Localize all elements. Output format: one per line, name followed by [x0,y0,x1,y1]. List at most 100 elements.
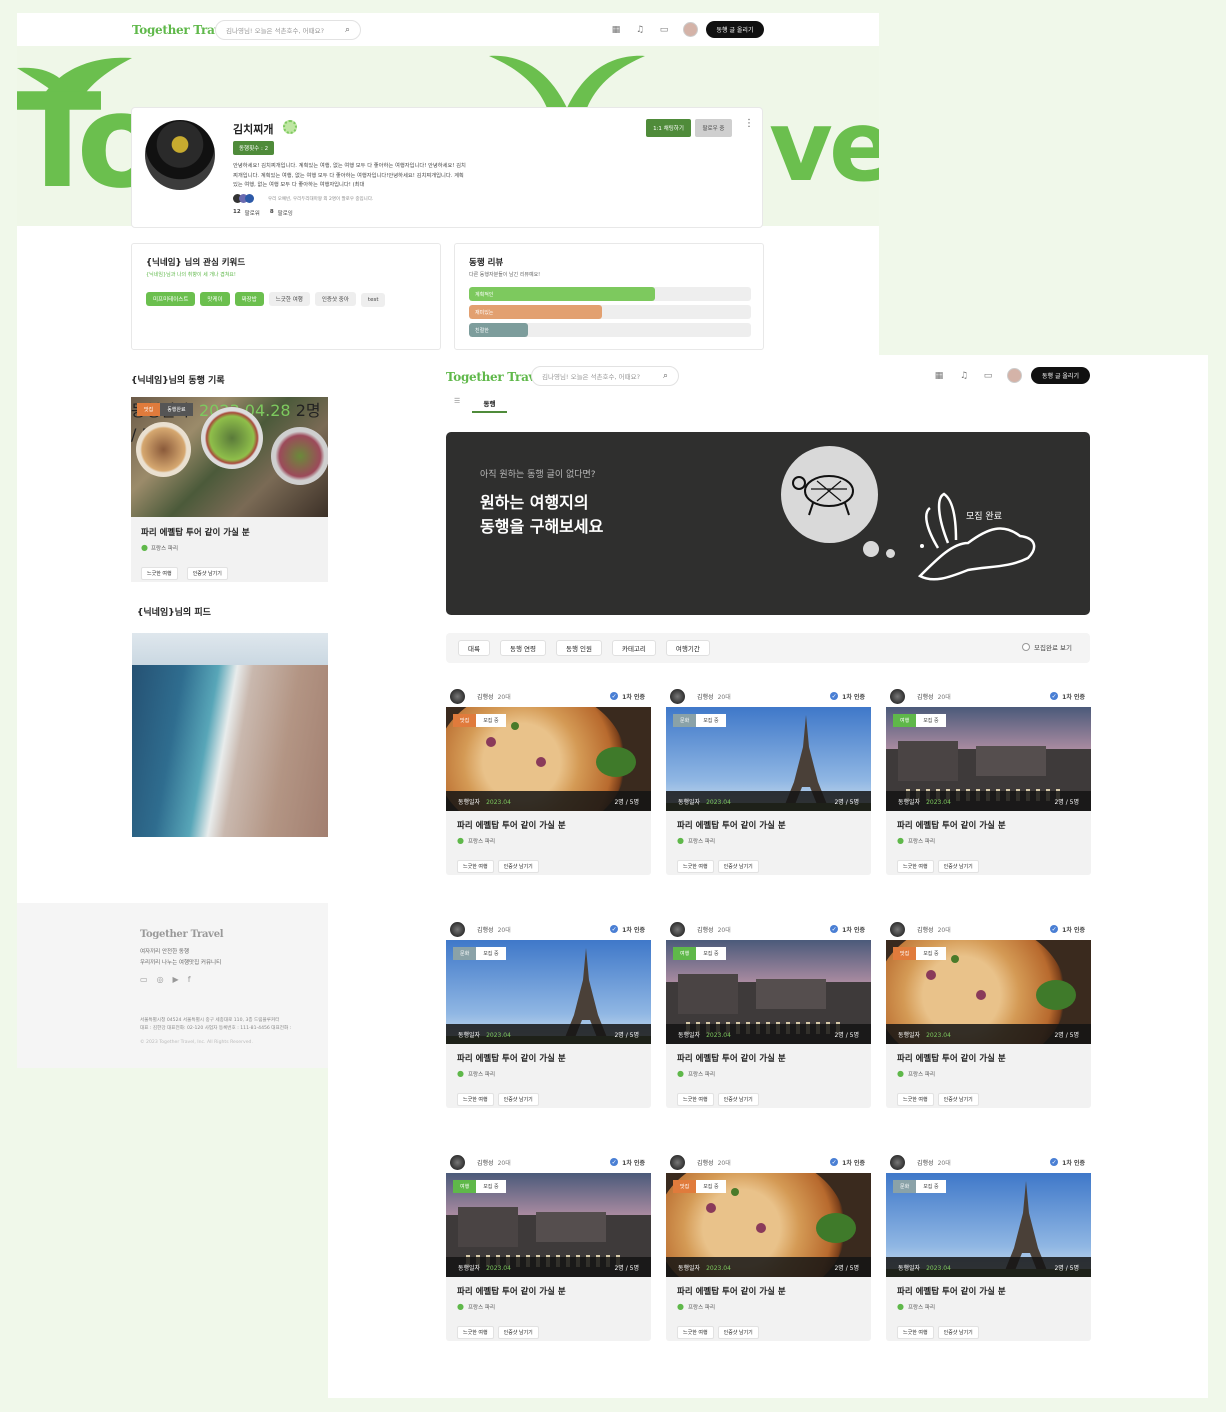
footer-social: ▭ ◎ ▶ f [140,975,191,984]
blog-icon[interactable]: ▭ [140,975,148,984]
filter-people[interactable]: 동행 인원 [555,640,602,656]
category-badge: 여행 [893,714,917,727]
tab-menu[interactable]: ☰ [454,397,460,405]
chat-icon[interactable]: ▭ [657,23,671,37]
author-avatar[interactable] [890,921,905,937]
facebook-icon[interactable]: f [188,975,191,984]
bell-icon[interactable]: ♫ [957,369,971,383]
trip-count-badge: 동행횟수 : 2 [233,141,275,155]
trip-tag: 인증샷 남기기 [717,1093,759,1106]
review-bar-fill: 계획적인 [469,287,656,301]
companion-card[interactable]: 김행성 20대 ✓ 1차 인증 여행 모집 중 동행일자 2023.04 2명 / 5명 파리 에… [446,1151,651,1341]
trip-tag: 인증샷 남기기 [937,1093,979,1106]
filter-continent[interactable]: 대륙 [458,640,490,656]
pin-icon: ● [457,836,464,845]
following-label[interactable]: 팔로잉 [278,209,293,217]
author-avatar[interactable] [670,1154,685,1170]
bell-icon[interactable]: ♫ [633,23,647,37]
author-name: 김행성 [477,1159,494,1167]
record-body: 파리 에펠탑 투어 같이 가실 분 ● 프랑스 파리 느긋한 여행 인증샷 남기기 [131,517,328,582]
hero-letters-right: ve [769,90,879,204]
review-bar-track: 친절한 [469,323,751,337]
companion-card[interactable]: 김행성 20대 ✓ 1차 인증 문화 모집 중 동행일자 2023.04 2명 / 5명 파리 에… [886,1151,1091,1341]
member-count: 2명 / 5명 [1054,798,1079,806]
companion-card[interactable]: 김행성 20대 ✓ 1차 인증 여행 모집 중 동행일자 2023.04 2명 / 5명 파리 에… [886,685,1091,875]
write-post-button[interactable]: 동행 글 올리기 [1031,367,1090,384]
user-avatar[interactable] [683,22,698,37]
calendar-icon[interactable]: ▦ [609,23,623,37]
member-count: 2명 / 5명 [1054,1031,1079,1039]
footer-address: 서울특별시청 04524 서울특별시 중구 세종대로 110, 3층 드림플루커… [140,1018,280,1023]
trip-tag: 인증샷 남기기 [937,1326,979,1339]
author-avatar[interactable] [670,921,685,937]
author-avatar[interactable] [450,921,465,937]
companion-card[interactable]: 김행성 20대 ✓ 1차 인증 맛집 모집 중 동행일자 2023.04 2명 / 5명 파리 에… [666,1151,871,1341]
search-icon[interactable]: ⌕ [345,25,350,35]
instagram-icon[interactable]: ◎ [157,975,164,984]
card-tags: 느긋한 여행 인증샷 남기기 [897,1086,1080,1106]
user-avatar[interactable] [1007,368,1022,383]
pin-icon: ● [141,543,148,552]
feed-image[interactable] [132,633,328,837]
companion-card[interactable]: 김행성 20대 ✓ 1차 인증 문화 모집 중 동행일자 2023.04 2명 / 5명 파리 에… [446,918,651,1108]
location-text: 프랑스 파리 [467,1071,496,1078]
filter-age[interactable]: 동행 연령 [499,640,546,656]
trip-tag: 느긋한 여행 [677,1326,714,1339]
following-count: 8 [269,209,274,215]
chat-button[interactable]: 1:1 채팅하기 [646,119,691,137]
calendar-icon[interactable]: ▦ [932,369,946,383]
card-body: 파리 에펠탑 투어 같이 가실 분 ● 프랑스 파리 느긋한 여행 인증샷 남기기 [886,811,1091,875]
sky [132,633,328,665]
card-badges: 맛집 모집 중 [453,714,506,727]
review-bar-track: 계획적인 [469,287,751,301]
show-completed-toggle[interactable]: 모집완료 보기 [1022,642,1072,652]
toggle-label: 모집완료 보기 [1034,644,1072,652]
write-post-button[interactable]: 동행 글 올리기 [706,21,764,38]
card-image: 맛집 모집 중 동행일자 2023.04 2명 / 5명 [666,1173,871,1277]
filter-period[interactable]: 여행기간 [665,640,710,656]
date-bar: 동행일자 2023.04 2명 / 5명 [446,1257,651,1277]
record-card[interactable]: 맛집 동행완료 동행일자 2023.04.28 2명 / 5명 파리 에펠탑 투… [131,397,328,582]
trip-tag: 느긋한 여행 [677,860,714,873]
companion-card[interactable]: 김행성 20대 ✓ 1차 인증 여행 모집 중 동행일자 2023.04 2명 / 5명 파리 에… [666,918,871,1108]
author-avatar[interactable] [450,688,465,704]
companion-card[interactable]: 김행성 20대 ✓ 1차 인증 문화 모집 중 동행일자 2023.04 2명 / 5명 파리 에… [666,685,871,875]
search-input[interactable]: 김나영님! 오늘은 석촌호수, 어때요? ⌕ [215,20,361,40]
author-name: 김행성 [477,926,494,934]
filter-bar: 대륙 동행 연령 동행 인원 카테고리 여행기간 모집완료 보기 [446,633,1090,663]
author-avatar[interactable] [890,688,905,704]
trip-tag: 느긋한 여행 [897,1326,934,1339]
location-text: 프랑스 파리 [150,545,179,552]
category-badge: 맛집 [893,947,917,960]
youtube-icon[interactable]: ▶ [173,975,179,984]
author-avatar[interactable] [670,688,685,704]
date-value: 2023.04 [486,1264,511,1272]
author-avatar[interactable] [890,1154,905,1170]
trip-tag: 인증샷 남기기 [497,1093,539,1106]
card-location: ● 프랑스 파리 [457,836,640,845]
member-count: 2명 / 5명 [614,798,639,806]
trip-tag: 느긋한 여행 [897,1093,934,1106]
more-icon[interactable]: ⋮ [744,118,754,129]
keyword-chip: 짜장밥 [234,292,264,306]
card-author: 김행성 20대 ✓ 1차 인증 [446,1151,651,1173]
rabbit-icon [917,492,1036,581]
chat-icon[interactable]: ▭ [981,369,995,383]
follow-button[interactable]: 팔로우 중 [695,119,732,137]
search-input[interactable]: 김나영님! 오늘은 석촌호수, 어때요? ⌕ [531,366,679,386]
companion-card[interactable]: 김행성 20대 ✓ 1차 인증 맛집 모집 중 동행일자 2023.04 2명 / 5명 파리 에… [886,918,1091,1108]
tab-companion[interactable]: 동행 [472,395,507,413]
companion-card[interactable]: 김행성 20대 ✓ 1차 인증 맛집 모집 중 동행일자 2023.04 2명 / 5명 파리 에… [446,685,651,875]
followers-label[interactable]: 팔로워 [245,209,260,217]
author-avatar[interactable] [450,1154,465,1170]
author-age: 20대 [717,693,731,701]
search-icon[interactable]: ⌕ [663,371,668,381]
radio-icon[interactable] [1022,643,1031,651]
card-title: 파리 에펠탑 투어 같이 가실 분 [457,1287,566,1297]
author-age: 20대 [937,926,951,934]
review-bar-label: 친절한 [475,327,489,334]
search-placeholder: 김나영님! 오늘은 석촌호수, 어때요? [226,27,325,35]
author-name: 김행성 [917,926,934,934]
promo-banner[interactable]: 아직 원하는 동행 글이 없다면? 원하는 여행지의 동행을 구해보세요 모집 … [446,432,1090,615]
filter-category[interactable]: 카테고리 [611,640,656,656]
